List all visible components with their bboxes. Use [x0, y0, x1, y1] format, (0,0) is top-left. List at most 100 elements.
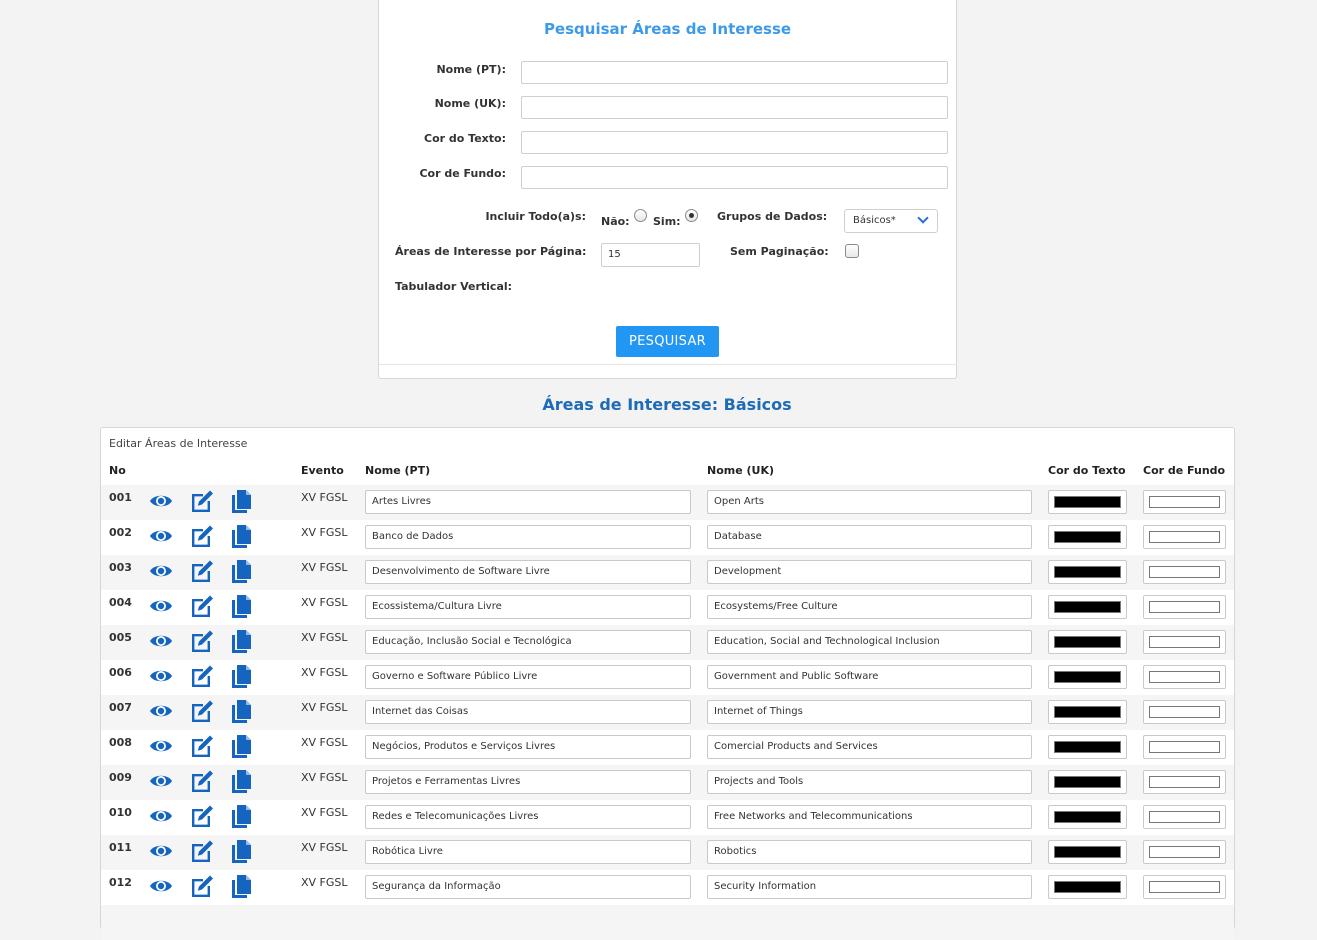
name-pt-field[interactable]: Projetos e Ferramentas Livres — [365, 770, 691, 794]
text-color-picker[interactable] — [1048, 630, 1127, 654]
vertical-tab-label: Tabulador Vertical: — [395, 280, 513, 293]
name-pt-field[interactable]: Segurança da Informação — [365, 875, 691, 899]
view-icon[interactable] — [148, 768, 174, 794]
bg-color-picker[interactable] — [1143, 630, 1226, 654]
row-event: XV FGSL — [301, 876, 348, 889]
text-color-picker[interactable] — [1048, 490, 1127, 514]
bg-color-picker[interactable] — [1143, 665, 1226, 689]
bg-color-picker[interactable] — [1143, 875, 1226, 899]
text-color-picker[interactable] — [1048, 735, 1127, 759]
name-uk-field[interactable]: Ecosystems/Free Culture — [707, 595, 1032, 619]
name-uk-field[interactable]: Internet of Things — [707, 700, 1032, 724]
bg-color-picker[interactable] — [1143, 525, 1226, 549]
bg-color-picker[interactable] — [1143, 490, 1226, 514]
edit-icon[interactable] — [189, 628, 215, 654]
copy-icon[interactable] — [228, 628, 254, 654]
edit-icon[interactable] — [189, 803, 215, 829]
name-uk-field[interactable]: Comercial Products and Services — [707, 735, 1032, 759]
view-icon[interactable] — [148, 803, 174, 829]
name-pt-field[interactable]: Internet das Coisas — [365, 700, 691, 724]
view-icon[interactable] — [148, 663, 174, 689]
text-color-picker[interactable] — [1048, 525, 1127, 549]
bg-color-picker[interactable] — [1143, 735, 1226, 759]
copy-icon[interactable] — [228, 873, 254, 899]
name-uk-field[interactable]: Open Arts — [707, 490, 1032, 514]
name-uk-field[interactable]: Free Networks and Telecommunications — [707, 805, 1032, 829]
bg-color-input[interactable] — [521, 166, 948, 189]
name-uk-field[interactable]: Projects and Tools — [707, 770, 1032, 794]
name-pt-field[interactable]: Educação, Inclusão Social e Tecnológica — [365, 630, 691, 654]
edit-icon[interactable] — [189, 523, 215, 549]
copy-icon[interactable] — [228, 663, 254, 689]
name-pt-field[interactable]: Governo e Software Público Livre — [365, 665, 691, 689]
view-icon[interactable] — [148, 838, 174, 864]
name-uk-field[interactable]: Robotics — [707, 840, 1032, 864]
name-pt-field[interactable]: Banco de Dados — [365, 525, 691, 549]
view-icon[interactable] — [148, 488, 174, 514]
edit-icon[interactable] — [189, 593, 215, 619]
include-no-radio[interactable] — [634, 209, 647, 222]
view-icon[interactable] — [148, 523, 174, 549]
copy-icon[interactable] — [228, 488, 254, 514]
text-color-picker[interactable] — [1048, 770, 1127, 794]
text-color-picker[interactable] — [1048, 560, 1127, 584]
view-icon[interactable] — [148, 593, 174, 619]
text-color-picker[interactable] — [1048, 840, 1127, 864]
view-icon[interactable] — [148, 733, 174, 759]
name-pt-field[interactable]: Redes e Telecomunicações Livres — [365, 805, 691, 829]
results-table: Editar Áreas de Interesse No Evento Nome… — [100, 427, 1235, 940]
bg-color-picker[interactable] — [1143, 560, 1226, 584]
text-color-picker[interactable] — [1048, 665, 1127, 689]
edit-icon[interactable] — [189, 488, 215, 514]
name-uk-input[interactable] — [521, 96, 948, 119]
copy-icon[interactable] — [228, 803, 254, 829]
copy-icon[interactable] — [228, 558, 254, 584]
name-pt-field[interactable]: Desenvolvimento de Software Livre — [365, 560, 691, 584]
name-pt-field[interactable]: Robótica Livre — [365, 840, 691, 864]
edit-icon[interactable] — [189, 698, 215, 724]
name-pt-field[interactable]: Negócios, Produtos e Serviços Livres — [365, 735, 691, 759]
data-groups-select[interactable]: Básicos* — [844, 209, 938, 233]
copy-icon[interactable] — [228, 698, 254, 724]
bg-color-picker[interactable] — [1143, 770, 1226, 794]
edit-icon[interactable] — [189, 873, 215, 899]
bg-color-swatch — [1149, 881, 1220, 893]
copy-icon[interactable] — [228, 768, 254, 794]
name-uk-field[interactable]: Database — [707, 525, 1032, 549]
per-page-input[interactable]: 15 — [601, 243, 700, 267]
bg-color-picker[interactable] — [1143, 700, 1226, 724]
view-icon[interactable] — [148, 873, 174, 899]
text-color-picker[interactable] — [1048, 595, 1127, 619]
name-pt-field[interactable]: Artes Livres — [365, 490, 691, 514]
text-color-picker[interactable] — [1048, 700, 1127, 724]
view-icon[interactable] — [148, 698, 174, 724]
copy-icon[interactable] — [228, 838, 254, 864]
edit-icon[interactable] — [189, 838, 215, 864]
bg-color-picker[interactable] — [1143, 840, 1226, 864]
name-uk-field[interactable]: Education, Social and Technological Incl… — [707, 630, 1032, 654]
name-uk-field[interactable]: Government and Public Software — [707, 665, 1032, 689]
copy-icon[interactable] — [228, 523, 254, 549]
name-uk-field[interactable]: Security Information — [707, 875, 1032, 899]
edit-icon[interactable] — [189, 558, 215, 584]
name-uk-field[interactable]: Development — [707, 560, 1032, 584]
view-icon[interactable] — [148, 628, 174, 654]
copy-icon[interactable] — [228, 733, 254, 759]
edit-icon[interactable] — [189, 663, 215, 689]
include-yes-radio[interactable] — [685, 209, 698, 222]
edit-icon[interactable] — [189, 733, 215, 759]
bg-color-picker[interactable] — [1143, 595, 1226, 619]
no-pagination-checkbox[interactable] — [845, 244, 859, 258]
text-color-input[interactable] — [521, 131, 948, 154]
search-button[interactable]: PESQUISAR — [616, 326, 719, 357]
table-caption: Editar Áreas de Interesse — [109, 437, 248, 450]
text-color-picker[interactable] — [1048, 805, 1127, 829]
view-icon[interactable] — [148, 558, 174, 584]
edit-icon[interactable] — [189, 768, 215, 794]
name-pt-field[interactable]: Ecossistema/Cultura Livre — [365, 595, 691, 619]
copy-icon[interactable] — [228, 593, 254, 619]
name-pt-input[interactable] — [521, 61, 948, 84]
text-color-picker[interactable] — [1048, 875, 1127, 899]
bg-color-picker[interactable] — [1143, 805, 1226, 829]
text-color-swatch — [1054, 741, 1121, 753]
